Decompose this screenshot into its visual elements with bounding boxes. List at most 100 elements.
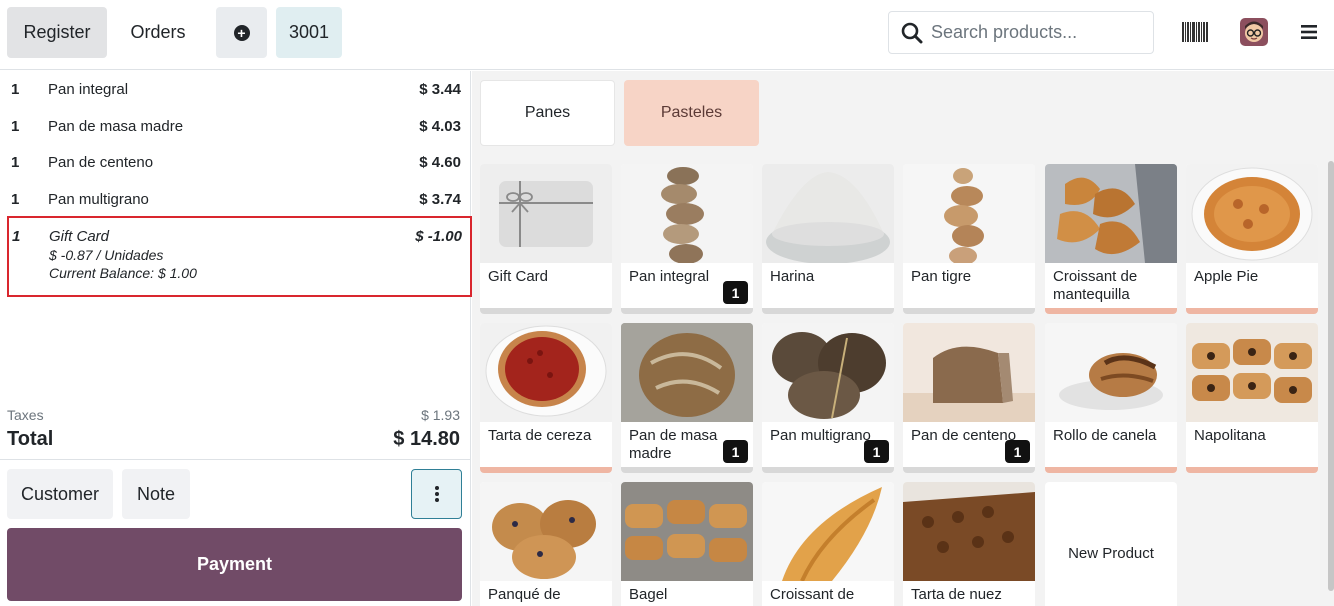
product-card[interactable]: Apple Pie	[1186, 164, 1318, 314]
category-color-bar	[1186, 308, 1318, 314]
category-pasteles[interactable]: Pasteles	[624, 80, 759, 146]
line-price: $ 4.03	[419, 118, 461, 135]
taxes-value: $ 1.93	[421, 407, 460, 423]
product-card[interactable]: Pan multigrano 1	[762, 323, 894, 473]
product-name: Tarta de nuez	[911, 586, 1002, 603]
product-name: Tarta de cereza	[488, 427, 592, 444]
line-product-name: Gift Card	[49, 228, 110, 245]
category-panes[interactable]: Panes	[480, 80, 615, 146]
gift-card-balance: Current Balance: $ 1.00	[49, 265, 197, 281]
product-card[interactable]: Gift Card	[480, 164, 612, 314]
category-color-bar	[621, 308, 753, 314]
product-image	[1186, 164, 1318, 263]
product-card[interactable]: Croissant de	[762, 482, 894, 606]
product-image	[480, 482, 612, 581]
line-price: $ 3.44	[419, 81, 461, 98]
product-panel: Panes Pasteles Gift Card Pan integral 1 …	[472, 71, 1334, 606]
product-name: Panqué de	[488, 586, 561, 603]
hamburger-menu-icon[interactable]	[1299, 23, 1319, 41]
category-color-bar	[903, 467, 1035, 473]
product-image	[762, 164, 894, 263]
new-product-card[interactable]: New Product	[1045, 482, 1177, 606]
category-color-bar	[903, 308, 1035, 314]
product-card[interactable]: Pan integral 1	[621, 164, 753, 314]
product-name: Gift Card	[488, 268, 549, 285]
product-card[interactable]: Pan de masa madre 1	[621, 323, 753, 473]
gift-card-order-line[interactable]: 1 Gift Card $ -1.00 $ -0.87 / Unidades C…	[7, 216, 472, 297]
divider	[0, 459, 471, 460]
category-color-bar	[1045, 308, 1177, 314]
line-qty: 1	[12, 228, 21, 245]
product-card[interactable]: Harina	[762, 164, 894, 314]
product-card[interactable]: Pan tigre	[903, 164, 1035, 314]
product-card[interactable]: Tarta de cereza	[480, 323, 612, 473]
line-product-name: Pan de masa madre	[48, 118, 184, 135]
product-image	[480, 323, 612, 422]
product-image	[762, 482, 894, 581]
product-card[interactable]: Bagel	[621, 482, 753, 606]
line-qty: 1	[11, 118, 20, 135]
product-name: Napolitana	[1194, 427, 1266, 444]
line-qty: 1	[11, 154, 20, 171]
top-navbar: Register Orders + 3001	[0, 0, 1334, 70]
line-price: $ -1.00	[415, 228, 462, 245]
quantity-badge: 1	[1005, 440, 1030, 463]
product-card[interactable]: Panqué de	[480, 482, 612, 606]
product-image	[762, 323, 894, 422]
vertical-dots-icon	[434, 486, 439, 502]
category-color-bar	[762, 308, 894, 314]
product-name: Bagel	[629, 586, 668, 603]
product-list-scrollbar[interactable]	[1328, 161, 1334, 591]
total-label: Total	[7, 428, 54, 450]
total-value: $ 14.80	[393, 428, 460, 450]
product-name: Harina	[770, 268, 815, 285]
order-line[interactable]: 1 Pan multigrano $ 3.74	[0, 181, 471, 217]
product-image	[480, 164, 612, 263]
product-card[interactable]: Pan de centeno 1	[903, 323, 1035, 473]
product-image	[1045, 164, 1177, 263]
order-line[interactable]: 1 Pan de masa madre $ 4.03	[0, 108, 471, 144]
search-box[interactable]	[888, 11, 1154, 54]
product-card[interactable]: Tarta de nuez	[903, 482, 1035, 606]
product-image	[903, 323, 1035, 422]
customer-button[interactable]: Customer	[7, 469, 113, 519]
note-button[interactable]: Note	[122, 469, 190, 519]
product-card[interactable]: Rollo de canela	[1045, 323, 1177, 473]
product-name: Rollo de canela	[1053, 427, 1157, 444]
barcode-icon[interactable]	[1182, 22, 1208, 42]
register-button[interactable]: Register	[7, 7, 107, 58]
line-qty: 1	[11, 191, 20, 208]
orders-button[interactable]: Orders	[116, 7, 200, 58]
search-input[interactable]	[931, 22, 1141, 43]
product-image	[621, 323, 753, 422]
product-image	[1045, 323, 1177, 422]
current-order-tab[interactable]: 3001	[276, 7, 342, 58]
line-product-name: Pan de centeno	[48, 154, 154, 171]
category-color-bar	[480, 467, 612, 473]
product-image	[621, 164, 753, 263]
line-price: $ 3.74	[419, 191, 461, 208]
quantity-badge: 1	[723, 440, 748, 463]
payment-button[interactable]: Payment	[7, 528, 462, 601]
user-avatar[interactable]	[1240, 18, 1268, 46]
search-icon	[901, 22, 923, 43]
category-color-bar	[1186, 467, 1318, 473]
category-color-bar	[1045, 467, 1177, 473]
product-card[interactable]: Croissant de mantequilla	[1045, 164, 1177, 314]
plus-circle-icon: +	[233, 24, 250, 41]
product-image	[621, 482, 753, 581]
product-image	[903, 482, 1035, 581]
order-line[interactable]: 1 Pan de centeno $ 4.60	[0, 144, 471, 180]
new-order-button[interactable]: +	[216, 7, 267, 58]
category-color-bar	[480, 308, 612, 314]
line-price: $ 4.60	[419, 154, 461, 171]
product-image	[1186, 323, 1318, 422]
product-card[interactable]: Napolitana	[1186, 323, 1318, 473]
more-actions-button[interactable]	[411, 469, 462, 519]
order-line[interactable]: 1 Pan integral $ 3.44	[0, 71, 471, 107]
category-color-bar	[762, 467, 894, 473]
product-name: Pan tigre	[911, 268, 972, 285]
quantity-badge: 1	[864, 440, 889, 463]
new-product-label: New Product	[1068, 545, 1154, 562]
line-product-name: Pan integral	[48, 81, 129, 98]
